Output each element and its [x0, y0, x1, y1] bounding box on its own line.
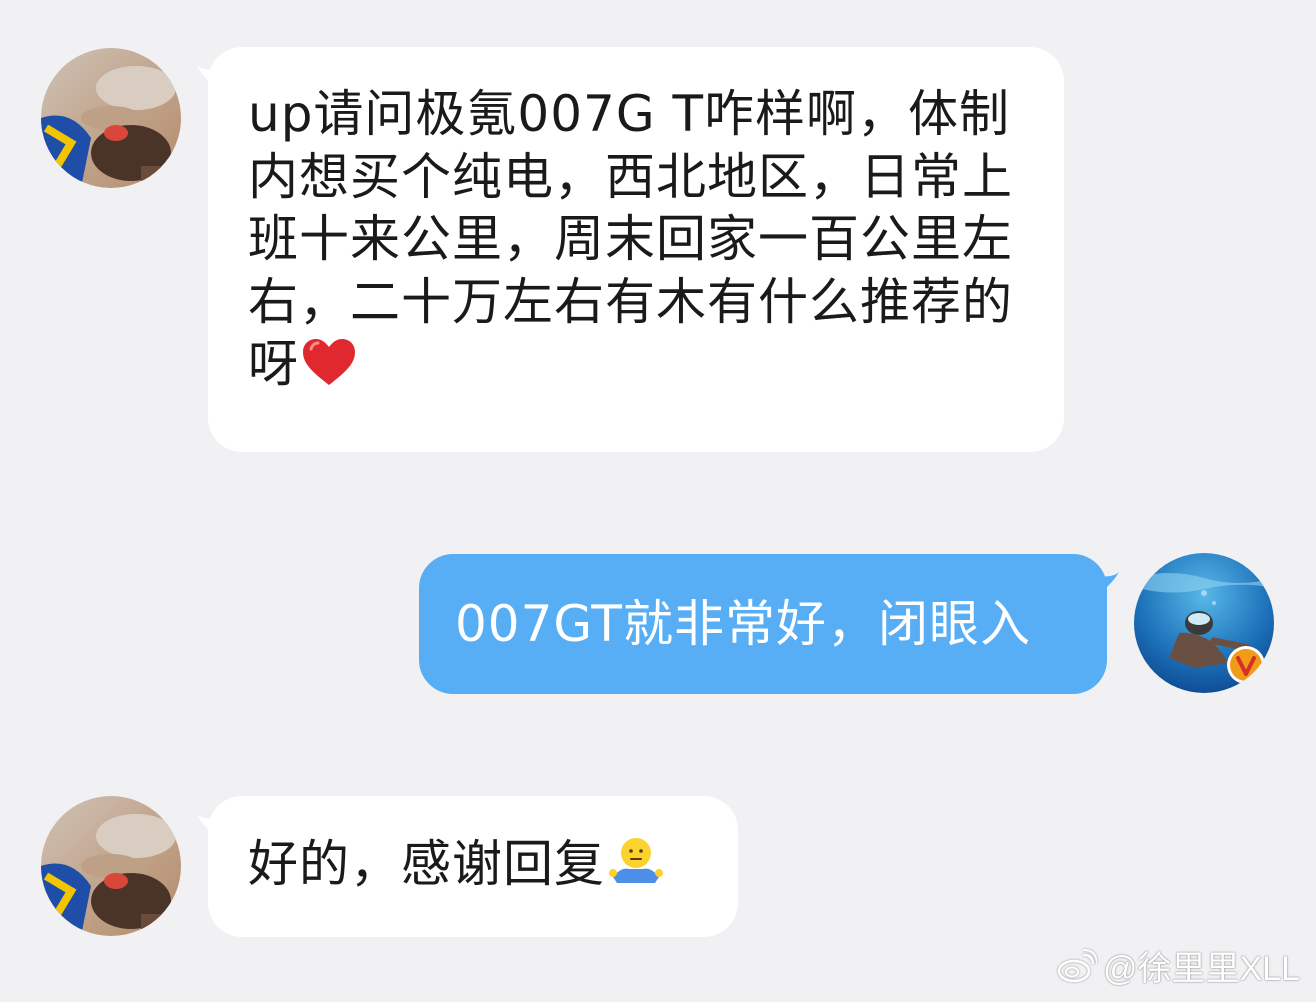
watermark-text: @徐里里XLL — [1102, 950, 1300, 988]
sender-avatar[interactable] — [41, 796, 181, 936]
message-bubble-incoming[interactable]: up请问极氪007G T咋样啊，体制内想买个纯电，西北地区，日常上班十来公里，周… — [196, 47, 1064, 452]
bubble-tail-icon — [196, 814, 220, 838]
sender-avatar[interactable] — [41, 48, 181, 188]
my-avatar[interactable] — [1134, 553, 1274, 693]
heart-icon — [301, 337, 357, 402]
verified-badge-icon — [1227, 646, 1265, 684]
bubble-tail-icon — [1095, 572, 1119, 596]
message-text: 007GT就非常好，闭眼入 — [455, 595, 1031, 653]
shrug-icon — [607, 835, 665, 900]
weibo-logo-icon — [1057, 948, 1097, 982]
message-bubble-outgoing[interactable]: 007GT就非常好，闭眼入 — [419, 554, 1119, 694]
message-text: 好的，感谢回复 — [248, 834, 665, 900]
bubble-tail-icon — [196, 65, 220, 89]
message-text: up请问极氪007G T咋样啊，体制内想买个纯电，西北地区，日常上班十来公里，周… — [248, 83, 1038, 402]
watermark: @徐里里XLL — [1057, 941, 1300, 990]
message-bubble-incoming[interactable]: 好的，感谢回复 — [196, 796, 738, 937]
